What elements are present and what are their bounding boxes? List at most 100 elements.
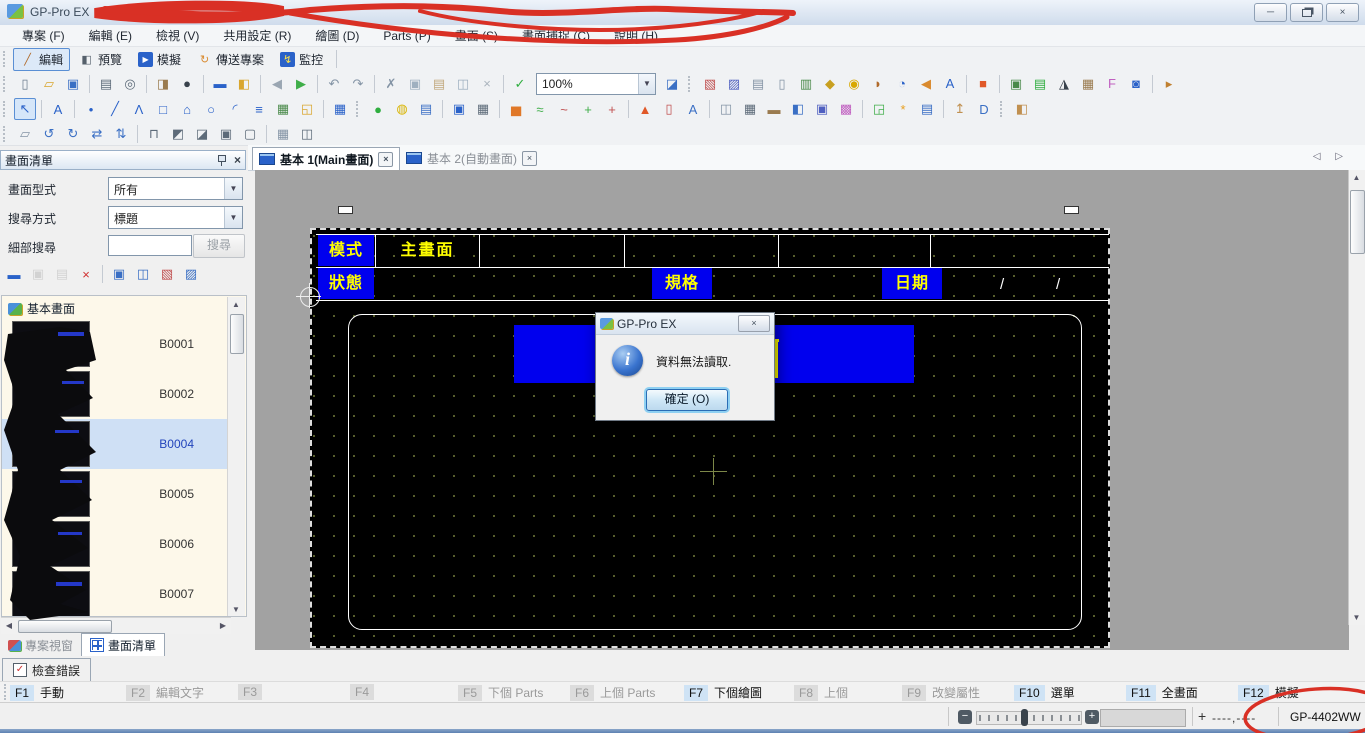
hmi-status-cell[interactable]: 狀態: [318, 268, 374, 299]
panel-delete-icon[interactable]: ×: [75, 263, 97, 285]
tab-scroll-arrows[interactable]: ◁ ▷: [1313, 151, 1349, 162]
screen-block-icon[interactable]: ◫: [296, 123, 318, 145]
monitor-button[interactable]: ↯ 監控: [273, 48, 330, 71]
parts-list-icon[interactable]: ▧: [699, 73, 721, 95]
list-item[interactable]: B0007: [2, 569, 230, 617]
search-button[interactable]: 搜尋: [193, 234, 245, 258]
movie-settings-icon[interactable]: ▦: [1077, 73, 1099, 95]
sampling-part-icon[interactable]: ▤: [916, 98, 938, 120]
rpa-display-part-icon[interactable]: ▣: [811, 98, 833, 120]
list-item[interactable]: B0002: [2, 369, 230, 419]
undo-icon[interactable]: ↶: [323, 73, 345, 95]
restore-button[interactable]: [1290, 3, 1323, 22]
line-graph-part-icon[interactable]: ≈: [529, 98, 551, 120]
duplicate-icon[interactable]: ◫: [452, 73, 474, 95]
data-transfer-part-icon[interactable]: +: [577, 98, 599, 120]
hmi-spec-cell[interactable]: 規格: [652, 268, 712, 299]
chevron-down-icon[interactable]: ▼: [224, 178, 242, 199]
tab-project-window[interactable]: 專案視窗: [0, 635, 81, 656]
picture-display-part-icon[interactable]: ▬: [763, 98, 785, 120]
d-script-tool-icon[interactable]: D: [973, 98, 995, 120]
menu-parts[interactable]: Parts (P): [371, 26, 442, 46]
menu-edit[interactable]: 編輯 (E): [77, 24, 144, 47]
rotate-left-icon[interactable]: ↺: [38, 123, 60, 145]
historical-trend-part-icon[interactable]: ◧: [787, 98, 809, 120]
fkey-f9[interactable]: F9改變屬性: [902, 684, 980, 701]
panel-change-number-icon[interactable]: ▧: [156, 263, 178, 285]
polyline-tool-icon[interactable]: Λ: [128, 98, 150, 120]
menu-draw[interactable]: 繪圖 (D): [303, 24, 371, 47]
menu-project[interactable]: 專案 (F): [10, 24, 77, 47]
list-item[interactable]: B0001: [2, 319, 230, 369]
recipe-part-icon[interactable]: ◲: [868, 98, 890, 120]
menu-help[interactable]: 說明 (H): [602, 24, 670, 47]
parts-palette-icon[interactable]: ▤: [747, 73, 769, 95]
zoom-combo[interactable]: 100% ▼: [536, 73, 656, 95]
fkey-f6[interactable]: F6上個 Parts: [570, 684, 655, 701]
toolbar-grip[interactable]: [3, 76, 10, 92]
trend-graph-part-icon[interactable]: ~: [553, 98, 575, 120]
window-part-icon[interactable]: ◫: [715, 98, 737, 120]
fkey-f8[interactable]: F8上個: [794, 684, 848, 701]
pid-monitor-part-icon[interactable]: +: [601, 98, 623, 120]
panel-paste-icon[interactable]: ▤: [51, 263, 73, 285]
save-project-icon[interactable]: ▣: [62, 73, 84, 95]
tab-base-screen-1[interactable]: 基本 1(Main畫面) ×: [252, 147, 400, 170]
scroll-down-icon[interactable]: ▼: [228, 602, 244, 617]
detail-search-input[interactable]: [108, 235, 192, 256]
preview-button[interactable]: ◧ 預覽: [72, 48, 129, 71]
chevron-down-icon[interactable]: ▼: [638, 74, 655, 94]
font-settings-icon[interactable]: F: [1101, 73, 1123, 95]
grid-settings-icon[interactable]: ▦: [272, 123, 294, 145]
hmi-main-title[interactable]: 主畫面: [376, 235, 479, 266]
design-canvas[interactable]: 模式 主畫面 狀態 規格 日期 / / GP-Pro EX: [255, 170, 1349, 650]
operator-id-icon[interactable]: ◉: [843, 73, 865, 95]
cleanup-tool-icon[interactable]: ▸: [1158, 73, 1180, 95]
transfer-project-button[interactable]: ↻ 傳送專案: [190, 48, 271, 71]
toolbar-grip[interactable]: [3, 101, 10, 117]
keypad-part-icon[interactable]: ▦: [472, 98, 494, 120]
cut-icon[interactable]: ✗: [380, 73, 402, 95]
hand-adjust-tool-icon[interactable]: ↥: [949, 98, 971, 120]
scroll-up-icon[interactable]: ▲: [228, 297, 244, 312]
ellipse-tool-icon[interactable]: ○: [200, 98, 222, 120]
redo-icon[interactable]: ↷: [347, 73, 369, 95]
switch-part-icon[interactable]: ●: [367, 98, 389, 120]
line-tool-icon[interactable]: ╱: [104, 98, 126, 120]
import-image-tool-icon[interactable]: ◱: [296, 98, 318, 120]
minimize-button[interactable]: ─: [1254, 3, 1287, 22]
screen-capture-icon[interactable]: ●: [176, 73, 198, 95]
image-registration-icon[interactable]: ▣: [1005, 73, 1027, 95]
print-icon[interactable]: ▤: [95, 73, 117, 95]
panel-title-bar[interactable]: 畫面清單 ×: [0, 150, 246, 170]
tab-screen-list[interactable]: 畫面清單: [81, 633, 165, 656]
date-display-part-icon[interactable]: ▣: [448, 98, 470, 120]
window-display-icon[interactable]: ◙: [1125, 73, 1147, 95]
scale-tool-icon[interactable]: ≡: [248, 98, 270, 120]
special-display-part-icon[interactable]: ▩: [835, 98, 857, 120]
scroll-up-icon[interactable]: ▲: [1349, 170, 1364, 185]
ok-button[interactable]: 確定 (O): [646, 389, 728, 411]
tab-base-screen-2[interactable]: 基本 2(自動畫面) ×: [400, 147, 543, 169]
panel-new-screen-icon[interactable]: ▬: [3, 263, 25, 285]
scroll-left-icon[interactable]: ◀: [1, 618, 17, 633]
print-preview-icon[interactable]: ◎: [119, 73, 141, 95]
hmi-screen[interactable]: 模式 主畫面 狀態 規格 日期 / /: [310, 228, 1110, 648]
copy-icon[interactable]: ▣: [404, 73, 426, 95]
dot-tool-icon[interactable]: •: [80, 98, 102, 120]
align-icon[interactable]: ⊓: [143, 123, 165, 145]
ungroup-icon[interactable]: ▢: [239, 123, 261, 145]
fkey-f10[interactable]: F10選單: [1014, 684, 1075, 701]
text-alarm-part-icon[interactable]: ▯: [658, 98, 680, 120]
screen-type-select[interactable]: 所有 ▼: [108, 177, 243, 200]
movie-part-icon[interactable]: ▦: [739, 98, 761, 120]
panel-close-icon[interactable]: ×: [234, 154, 241, 166]
paste-icon[interactable]: ▤: [428, 73, 450, 95]
alarm-part-icon[interactable]: ▲: [634, 98, 656, 120]
toolbar-grip[interactable]: [3, 126, 10, 142]
time-settings-icon[interactable]: ◔: [891, 73, 913, 95]
scrollbar-thumb[interactable]: [1350, 190, 1365, 254]
error-check-tab[interactable]: ✓ 檢查錯誤: [2, 658, 91, 682]
fkey-f2[interactable]: F2編輯文字: [126, 684, 204, 701]
close-button[interactable]: ×: [1326, 3, 1359, 22]
